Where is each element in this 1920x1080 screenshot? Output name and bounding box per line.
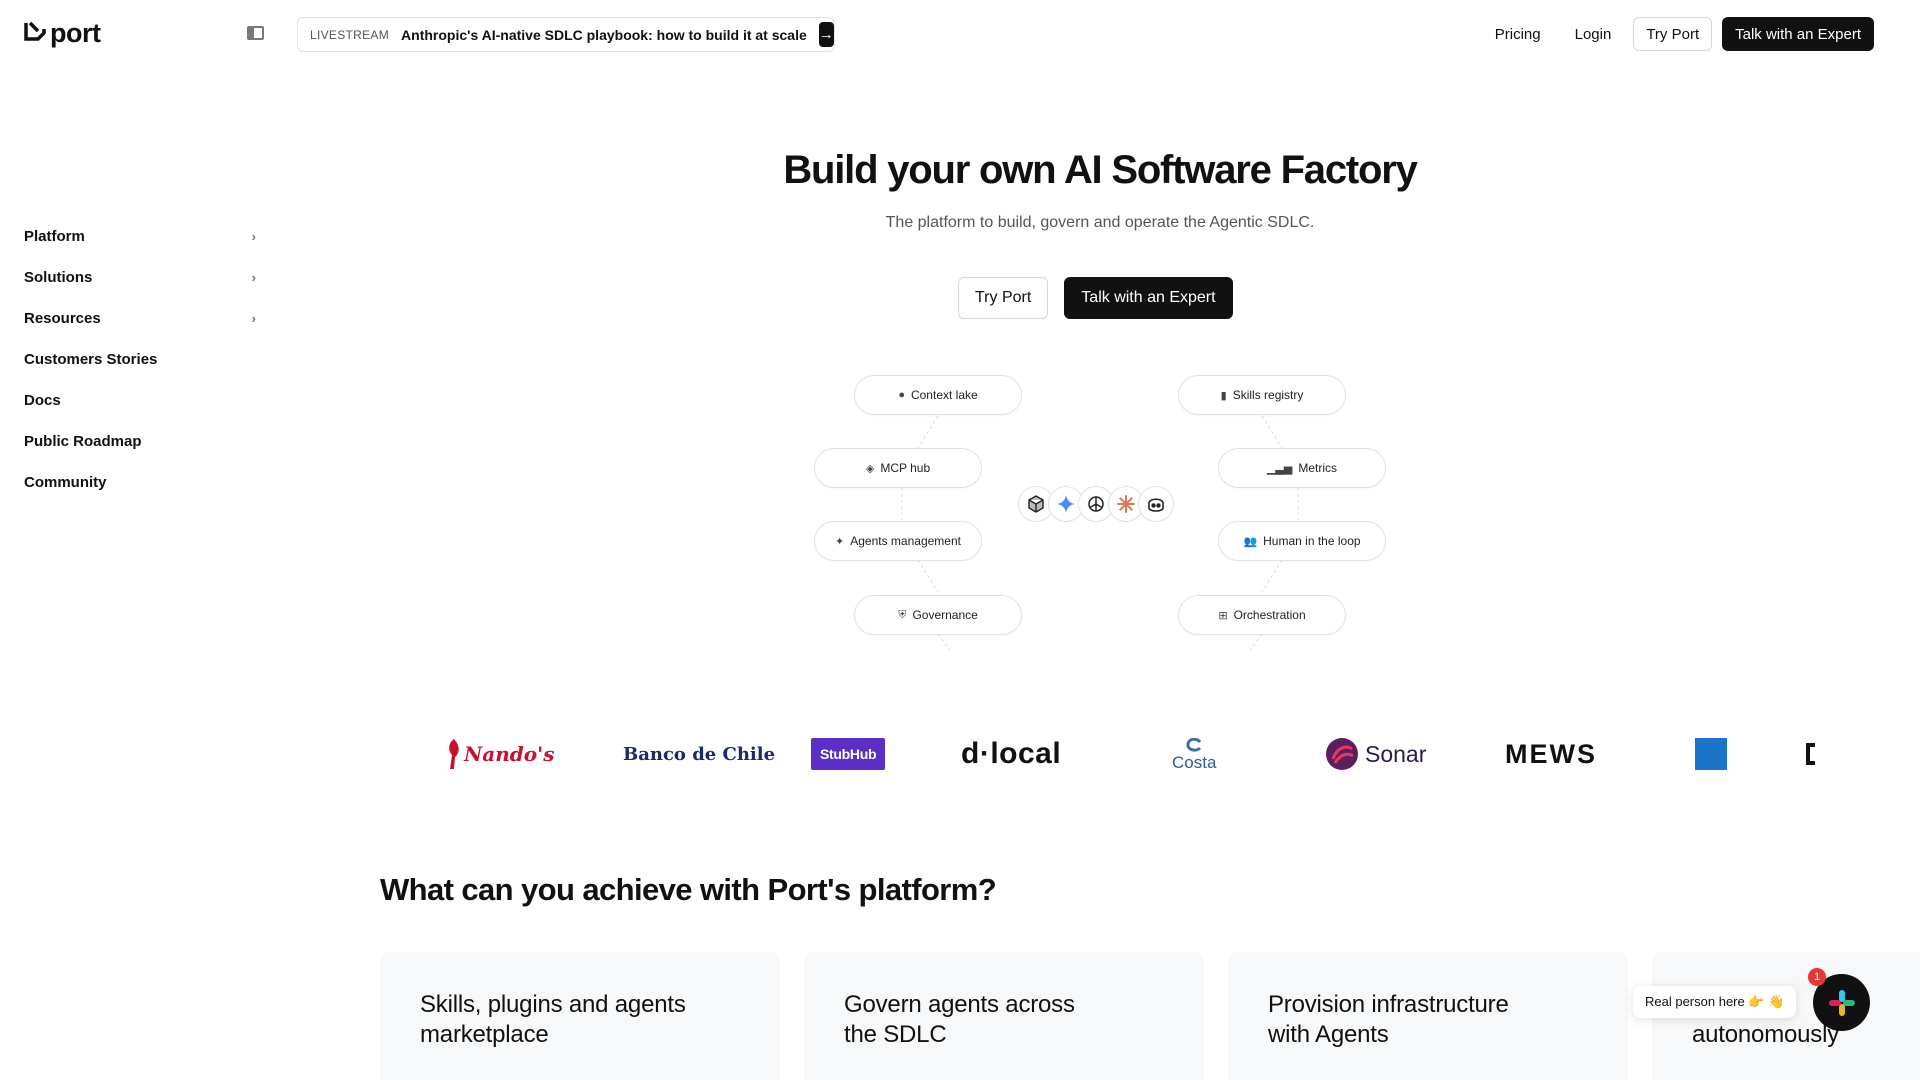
sidebar-item-solutions[interactable]: Solutions › <box>24 257 256 298</box>
card-provision-infrastructure[interactable]: Provision infrastructure with Agents <box>1228 952 1628 1080</box>
customer-logos: Nando's Banco de Chile StubHub d·local C… <box>440 730 1860 778</box>
banner-text: Anthropic's AI-native SDLC playbook: how… <box>401 26 807 43</box>
card-title-line1: Govern agents across <box>844 991 1075 1018</box>
pill-label: MCP hub <box>880 461 931 475</box>
bar-chart-icon: ▁▃▅ <box>1266 462 1293 475</box>
nav-login[interactable]: Login <box>1563 26 1624 43</box>
pill-label: Agents management <box>850 534 961 548</box>
card-title-line2: marketplace <box>420 1021 549 1048</box>
sidebar-item-customers-stories[interactable]: Customers Stories <box>24 339 256 380</box>
pill-orchestration[interactable]: ⊞ Orchestration <box>1178 595 1346 635</box>
banner-tag: LIVESTREAM <box>310 27 390 42</box>
sidebar-item-label: Customers Stories <box>24 351 158 368</box>
hero-buttons: Try Port Talk with an Expert <box>958 277 1233 319</box>
pill-label: Governance <box>912 608 978 622</box>
logo-nandos-text: Nando's <box>464 742 555 766</box>
logo-nandos: Nando's <box>444 730 555 778</box>
logo-dlocal-text: d·local <box>961 737 1062 770</box>
logo-stubhub: StubHub <box>811 730 886 778</box>
logo-text: port <box>50 17 101 48</box>
logo-sonar-text: Sonar <box>1365 740 1427 767</box>
pill-label: Orchestration <box>1233 608 1306 622</box>
pill-skills-registry[interactable]: ▮ Skills registry <box>1178 375 1346 415</box>
sidebar-item-docs[interactable]: Docs <box>24 380 256 421</box>
ai-provider-icons <box>1018 486 1174 522</box>
pill-label: Metrics <box>1298 461 1338 475</box>
partial-logo-icon <box>1806 743 1815 765</box>
logo-dlocal: d·local <box>961 730 1061 778</box>
shield-icon: ⛨ <box>898 608 907 621</box>
pill-label: Context lake <box>910 388 978 402</box>
platform-diagram: ● Context lake ◈ MCP hub ✦ Agents manage… <box>810 370 1390 650</box>
sidebar-item-public-roadmap[interactable]: Public Roadmap <box>24 421 256 462</box>
card-title-line2: with Agents <box>1268 1021 1389 1048</box>
chevron-right-icon: › <box>251 270 256 285</box>
card-govern-agents[interactable]: Govern agents across the SDLC <box>804 952 1204 1080</box>
nav-try-port-button[interactable]: Try Port <box>1633 17 1713 51</box>
livestream-banner[interactable]: LIVESTREAM Anthropic's AI-native SDLC pl… <box>297 17 835 52</box>
users-icon: 👥 <box>1243 535 1258 548</box>
copilot-icon <box>1138 486 1174 522</box>
sidebar-item-label: Solutions <box>24 269 93 286</box>
logo-banco-text: Banco de Chile <box>623 743 776 765</box>
logo-sonar: Sonar <box>1325 730 1426 778</box>
diamond-icon: ◈ <box>865 462 875 475</box>
pill-human-in-the-loop[interactable]: 👥 Human in the loop <box>1218 521 1386 561</box>
pill-label: Skills registry <box>1232 388 1304 402</box>
workflow-icon: ⊞ <box>1218 609 1228 622</box>
card-title-line2: the SDLC <box>844 1021 947 1048</box>
nav-talk-expert-button[interactable]: Talk with an Expert <box>1722 17 1874 51</box>
pill-mcp-hub[interactable]: ◈ MCP hub <box>814 448 982 488</box>
logo-partial <box>1806 730 1815 778</box>
book-icon: ▮ <box>1220 389 1227 402</box>
sidebar-item-resources[interactable]: Resources › <box>24 298 256 339</box>
sidebar-item-label: Docs <box>24 392 61 409</box>
sidebar-nav: Platform › Solutions › Resources › Custo… <box>24 216 256 503</box>
sparkle-icon: ✦ <box>835 535 845 548</box>
hero-talk-expert-button[interactable]: Talk with an Expert <box>1064 277 1233 319</box>
card-skills-marketplace[interactable]: Skills, plugins and agents marketplace <box>380 952 780 1080</box>
top-nav: Pricing Login Try Port Talk with an Expe… <box>1483 17 1874 51</box>
pill-context-lake[interactable]: ● Context lake <box>854 375 1022 415</box>
sidebar-toggle-icon[interactable] <box>247 26 264 40</box>
droplet-icon: ● <box>898 389 905 401</box>
hero-try-port-button[interactable]: Try Port <box>958 277 1049 319</box>
pill-governance[interactable]: ⛨ Governance <box>854 595 1022 635</box>
sidebar-item-label: Community <box>24 474 107 491</box>
port-logo-icon <box>24 21 46 41</box>
logo-banco-de-chile: Banco de Chile <box>623 730 775 778</box>
sidebar-item-label: Public Roadmap <box>24 433 142 450</box>
chat-prompt-bubble[interactable]: Real person here 👉 👋 <box>1633 986 1797 1018</box>
sidebar-item-label: Resources <box>24 310 101 327</box>
logo-mews: MEWS <box>1505 730 1597 778</box>
section-title: What can you achieve with Port's platfor… <box>380 872 997 907</box>
logo-costa: Costa <box>1172 730 1216 778</box>
hero-title: Build your own AI Software Factory <box>783 148 1418 192</box>
logo-bupa <box>1695 730 1727 778</box>
bupa-logo-icon <box>1695 738 1727 770</box>
port-logo[interactable]: port <box>24 17 101 48</box>
card-title-line1: Skills, plugins and agents <box>420 991 686 1018</box>
hero-subtitle: The platform to build, govern and operat… <box>885 214 1315 231</box>
arrow-right-icon[interactable]: → <box>818 22 834 47</box>
logo-mews-text: MEWS <box>1505 738 1597 769</box>
slack-icon <box>1828 989 1855 1016</box>
chat-notification-badge: 1 <box>1808 968 1826 986</box>
card-title-line1: Provision infrastructure <box>1268 991 1509 1018</box>
pill-label: Human in the loop <box>1263 534 1361 548</box>
sidebar-item-community[interactable]: Community <box>24 462 256 503</box>
logo-stubhub-text: StubHub <box>811 738 886 770</box>
logo-costa-text: Costa <box>1172 752 1217 772</box>
pill-metrics[interactable]: ▁▃▅ Metrics <box>1218 448 1386 488</box>
chevron-right-icon: › <box>251 311 256 326</box>
pill-agents-management[interactable]: ✦ Agents management <box>814 521 982 561</box>
nav-pricing[interactable]: Pricing <box>1483 26 1553 43</box>
